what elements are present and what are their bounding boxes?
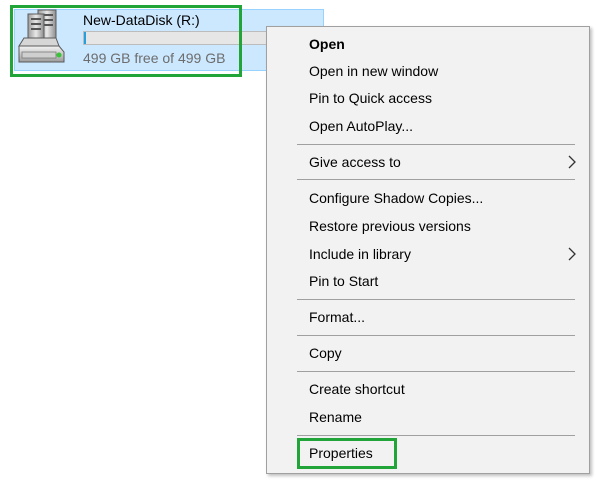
menu-item-label: Create shortcut [309,381,405,397]
menu-separator [297,144,575,145]
menu-item-properties[interactable]: Properties [267,440,589,466]
menu-item-format[interactable]: Format... [267,304,589,330]
menu-item-label: Open in new window [309,63,439,79]
menu-item-label: Copy [309,345,342,361]
hard-drive-icon [18,9,65,63]
menu-item-label: Properties [309,445,373,461]
menu-item-label: Configure Shadow Copies... [309,190,484,206]
menu-item-label: Pin to Quick access [309,90,432,106]
menu-separator [297,179,575,180]
menu-item-copy[interactable]: Copy [267,340,589,366]
menu-item-include-in-library[interactable]: Include in library [267,241,589,267]
menu-item-label: Format... [309,309,366,325]
menu-item-open-in-new-window[interactable]: Open in new window [267,58,589,84]
menu-separator [297,435,575,436]
menu-item-restore-previous-versions[interactable]: Restore previous versions [267,213,589,239]
menu-item-pin-to-quick-access[interactable]: Pin to Quick access [267,85,589,111]
chevron-right-icon [568,247,576,261]
menu-separator [297,335,575,336]
menu-item-open-autoplay[interactable]: Open AutoPlay... [267,113,589,139]
drive-usage-fill [84,32,87,44]
menu-item-rename[interactable]: Rename [267,404,589,430]
menu-item-configure-shadow-copies[interactable]: Configure Shadow Copies... [267,185,589,211]
menu-item-label: Pin to Start [309,273,379,289]
menu-item-label: Rename [309,409,362,425]
menu-separator [297,299,575,300]
context-menu: Open Open in new window Pin to Quick acces… [266,26,590,474]
drive-free-space: 499 GB free of 499 GB [83,50,226,66]
menu-item-create-shortcut[interactable]: Create shortcut [267,376,589,402]
menu-item-give-access-to[interactable]: Give access to [267,149,589,175]
menu-separator [297,371,575,372]
menu-item-label: Open AutoPlay... [309,118,414,134]
menu-item-pin-to-start[interactable]: Pin to Start [267,268,589,294]
menu-item-label: Give access to [309,154,401,170]
menu-item-label: Restore previous versions [309,218,471,234]
chevron-right-icon [568,155,576,169]
menu-item-open[interactable]: Open [267,31,589,57]
menu-item-label: Include in library [309,246,411,262]
menu-item-label: Open [309,36,345,52]
drive-name: New-DataDisk (R:) [83,12,200,28]
